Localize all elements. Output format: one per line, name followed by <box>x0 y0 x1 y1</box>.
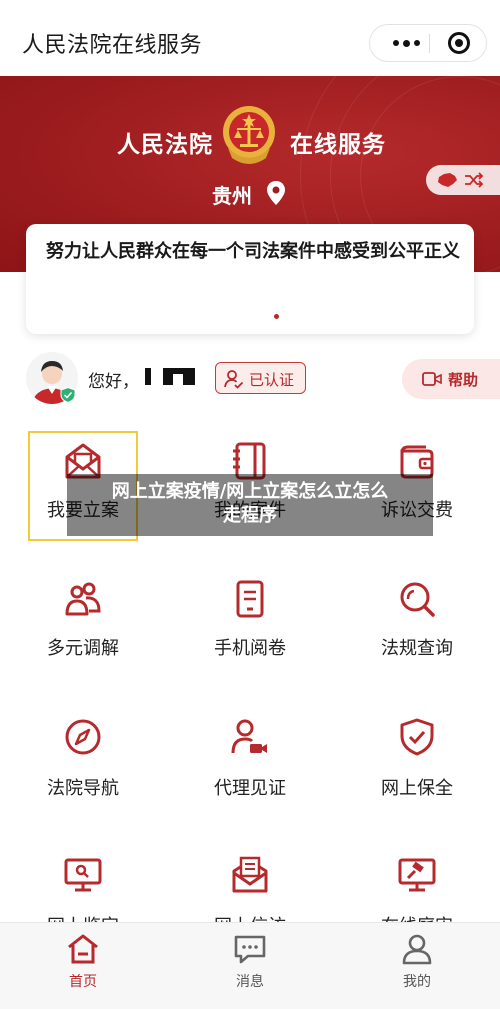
tab-label: 我的 <box>403 974 431 990</box>
search-icon <box>400 582 435 617</box>
masked-user-name <box>145 368 195 385</box>
verified-shield-icon <box>60 387 76 403</box>
service-law-search[interactable]: 法规查询 <box>334 570 500 700</box>
gavel-screen-icon <box>398 858 436 892</box>
china-map-icon <box>438 173 457 187</box>
user-check-icon <box>224 370 244 389</box>
message-icon <box>234 935 266 964</box>
service-court-navigation[interactable]: 法院导航 <box>0 710 166 840</box>
tab-profile[interactable]: 我的 <box>334 923 500 1009</box>
shield-icon <box>400 718 434 756</box>
tablet-icon <box>236 580 264 618</box>
service-label: 网上保全 <box>381 778 453 799</box>
region-switch-button[interactable] <box>426 165 500 195</box>
slogan-text: 努力让人民群众在每一个司法案件中感受到公平正义 <box>46 241 460 262</box>
tab-home[interactable]: 首页 <box>0 923 166 1009</box>
top-bar: 人民法院在线服务 <box>0 0 500 76</box>
help-button[interactable]: 帮助 <box>402 359 500 399</box>
banner-left-text: 人民法院 <box>117 132 213 158</box>
people-icon <box>65 582 101 616</box>
location-pin-icon[interactable] <box>266 180 286 206</box>
shuffle-icon <box>465 172 484 188</box>
more-icon[interactable] <box>384 25 428 61</box>
video-help-icon <box>422 372 442 386</box>
home-icon <box>68 934 98 964</box>
service-online-preservation[interactable]: 网上保全 <box>334 710 500 840</box>
tab-label: 消息 <box>236 974 264 990</box>
service-agent-witness[interactable]: 代理见证 <box>167 710 333 840</box>
capsule-divider <box>429 34 430 53</box>
auth-status-label: 已认证 <box>249 371 295 389</box>
auth-status-badge[interactable]: 已认证 <box>215 362 306 394</box>
mini-program-capsule <box>369 24 487 62</box>
tab-messages[interactable]: 消息 <box>167 923 333 1009</box>
app-title: 人民法院在线服务 <box>22 33 203 58</box>
article-title-overlay: 网上立案疫情/网上立案怎么立怎么 走程序 <box>67 474 433 536</box>
service-label: 法院导航 <box>47 778 119 799</box>
service-mobile-reading[interactable]: 手机阅卷 <box>167 570 333 700</box>
court-emblem-icon <box>223 106 275 164</box>
location-label[interactable]: 贵州 <box>212 180 252 209</box>
help-label: 帮助 <box>448 371 479 389</box>
slogan-card: 努力让人民群众在每一个司法案件中感受到公平正义 <box>26 224 474 334</box>
letter-icon <box>232 856 268 893</box>
greeting-text: 您好， <box>88 372 139 392</box>
page: 人民法院在线服务 人民法院 在线服务 贵州 努力让人民群众在每一个司法案件中感受… <box>0 0 500 1009</box>
overlay-line-1: 网上立案疫情/网上立案怎么立怎么 <box>111 481 389 502</box>
service-label: 多元调解 <box>47 638 119 659</box>
service-label: 手机阅卷 <box>214 638 286 659</box>
monitor-icon <box>64 858 102 892</box>
carousel-indicator <box>274 314 279 319</box>
bottom-tab-bar: 首页 消息 我的 <box>0 922 500 1009</box>
profile-icon <box>402 934 432 965</box>
close-target-icon[interactable] <box>448 32 470 54</box>
service-label: 代理见证 <box>214 778 286 799</box>
compass-icon <box>65 719 101 755</box>
banner-right-text: 在线服务 <box>290 132 386 158</box>
user-video-icon <box>231 719 267 754</box>
tab-label: 首页 <box>69 974 97 990</box>
overlay-line-2: 走程序 <box>223 505 277 526</box>
service-label: 法规查询 <box>381 638 453 659</box>
service-mediation[interactable]: 多元调解 <box>0 570 166 700</box>
